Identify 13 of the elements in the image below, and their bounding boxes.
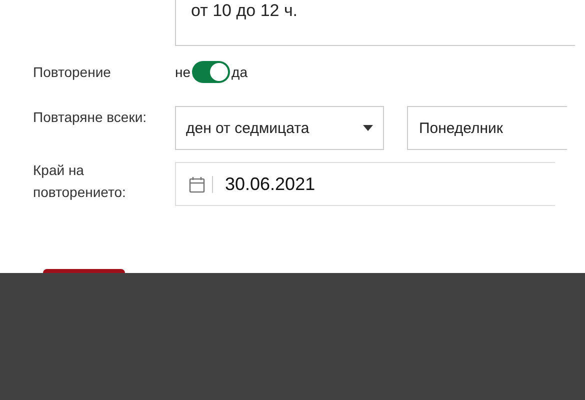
date-field[interactable]: 30.06.2021: [175, 162, 555, 206]
submit-button[interactable]: [43, 269, 125, 273]
toggle-off-label: не: [175, 64, 191, 80]
field-label: Повторение: [32, 64, 112, 80]
toggle-switch[interactable]: [192, 61, 230, 83]
dropdown[interactable]: ден от седмицата: [175, 106, 384, 150]
field-label: Край на повторението:: [32, 161, 127, 202]
calendar-icon: [189, 176, 213, 192]
caret-icon: [363, 125, 373, 131]
field-label: Повтаряне всеки:: [32, 108, 148, 127]
note-textarea[interactable]: от 10 до 12 ч.: [175, 0, 575, 46]
day-field[interactable]: Понеделник: [407, 106, 567, 150]
toggle-on-label: да: [232, 64, 248, 80]
